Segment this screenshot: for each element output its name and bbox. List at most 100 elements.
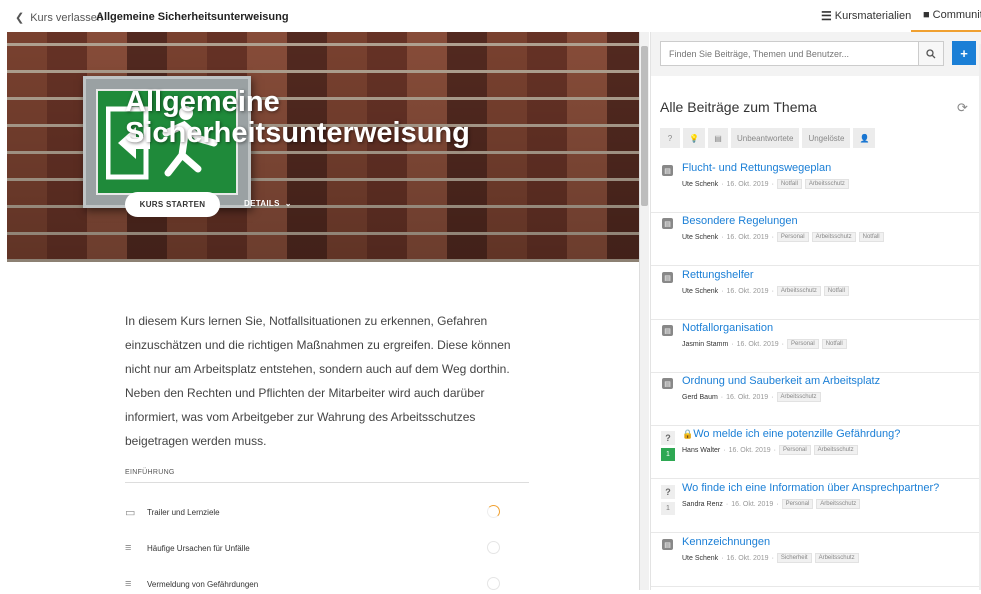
course-title: Allgemeine Sicherheitsunterweisung	[96, 11, 289, 23]
separator: ·	[721, 554, 724, 562]
tag-badge[interactable]: Arbeitsschutz	[814, 553, 859, 563]
post-item[interactable]: ▤ Ordnung und Sauberkeit am Arbeitsplatz …	[651, 373, 981, 426]
text-lines-icon: ≡	[125, 542, 132, 554]
post-author: Ute Schenk	[682, 180, 719, 188]
progress-indicator	[487, 541, 500, 554]
search-button[interactable]	[919, 41, 944, 66]
chat-icon: ■	[923, 9, 930, 21]
back-link[interactable]: ❮ Kurs verlassen	[15, 11, 103, 25]
separator: ·	[771, 233, 774, 241]
question-icon: ?	[661, 431, 675, 445]
post-item[interactable]: ▤ Kennzeichnungen Ute Schenk · 16. Okt. 201…	[651, 534, 981, 587]
post-title[interactable]: Kennzeichnungen	[682, 536, 770, 548]
post-title[interactable]: Wo finde ich eine Information über Anspr…	[682, 482, 939, 494]
separator: ·	[776, 500, 779, 508]
post-date: 16. Okt. 2019	[726, 233, 769, 241]
tag-badge[interactable]: Personal	[776, 232, 809, 242]
tag-badge[interactable]: Personal	[787, 339, 819, 349]
post-date: 16. Okt. 2019	[726, 554, 769, 562]
post-date: 16. Okt. 2019	[731, 500, 774, 508]
lesson-item[interactable]: ≡ Häufige Ursachen für Unfälle	[125, 538, 505, 558]
post-item[interactable]: ▤ Flucht- und Rettungswegeplan Ute Schenk…	[651, 160, 981, 213]
details-toggle[interactable]: DETAILS ⌄	[244, 199, 292, 208]
post-title[interactable]: Besondere Regelungen	[682, 215, 798, 227]
tag-badge[interactable]: Arbeitsschutz	[804, 179, 849, 189]
community-panel: + Alle Beiträge zum Thema ⟳ ? 💡 ▤ Unbean…	[650, 32, 981, 590]
post-author: Gerd Baum	[682, 393, 718, 401]
post-item[interactable]: ▤ Besondere Regelungen Ute Schenk · 16. Okt…	[651, 213, 981, 266]
post-title[interactable]: Ordnung und Sauberkeit am Arbeitsplatz	[682, 375, 880, 387]
content-scrollbar[interactable]	[639, 32, 649, 590]
post-meta: Ute Schenk · 16. Okt. 2019 · Arbeitsschutz No…	[682, 286, 849, 296]
post-author: Ute Schenk	[682, 554, 719, 562]
refresh-icon[interactable]: ⟳	[957, 100, 968, 116]
list-icon: ☰	[821, 9, 832, 23]
question-icon: ?	[661, 485, 675, 499]
tag-badge[interactable]: Notfall	[821, 339, 847, 349]
post-author: Jasmin Stamm	[682, 340, 729, 348]
back-label: Kurs verlassen	[30, 11, 103, 24]
separator: ·	[771, 554, 774, 562]
video-icon: ▭	[125, 506, 136, 519]
filter-unanswered[interactable]: Unbeantwortete	[730, 128, 800, 148]
separator: ·	[771, 287, 774, 295]
scrollbar-thumb[interactable]	[641, 46, 648, 206]
separator: ·	[731, 340, 734, 348]
lesson-item[interactable]: ▭ Trailer und Lernziele	[125, 502, 505, 522]
add-post-button[interactable]: +	[952, 41, 976, 65]
filter-unresolved[interactable]: Ungelöste	[802, 128, 851, 148]
note-icon: ▤	[662, 378, 673, 389]
post-title[interactable]: Flucht- und Rettungswegeplan	[682, 162, 831, 174]
post-author: Hans Walter	[682, 446, 721, 454]
separator: ·	[721, 233, 724, 241]
start-course-button[interactable]: KURS STARTEN	[125, 192, 220, 217]
post-date: 16. Okt. 2019	[726, 180, 769, 188]
post-meta: Ute Schenk · 16. Okt. 2019 · Sicherheit Arbei…	[682, 553, 859, 563]
filter-idea[interactable]: 💡	[683, 128, 705, 148]
tag-badge[interactable]: Arbeitsschutz	[776, 392, 821, 402]
tag-badge[interactable]: Personal	[778, 445, 811, 455]
search-input[interactable]	[660, 41, 919, 66]
post-title[interactable]: Notfallorganisation	[682, 322, 773, 334]
tag-badge[interactable]: Personal	[781, 499, 814, 509]
filter-note[interactable]: ▤	[707, 128, 728, 148]
lesson-item[interactable]: ≡ Vermeldung von Gefährdungen	[125, 574, 505, 594]
search-bar: +	[651, 32, 981, 76]
filter-question[interactable]: ?	[660, 128, 680, 148]
lock-icon: 🔒	[682, 429, 694, 439]
post-title[interactable]: 🔒Wo melde ich eine potenzille Gefährdung…	[682, 428, 900, 440]
post-item[interactable]: ? 1 🔒Wo melde ich eine potenzille Gefährdu…	[651, 426, 981, 479]
post-author: Ute Schenk	[682, 233, 719, 241]
post-item[interactable]: ▤ Notfallorganisation Jasmin Stamm · 16. Ok…	[651, 320, 981, 373]
tag-badge[interactable]: Notfall	[858, 232, 884, 242]
thread-title: Alle Beiträge zum Thema	[660, 99, 817, 115]
post-meta: Jasmin Stamm · 16. Okt. 2019 · Personal Notfa…	[682, 339, 847, 349]
tag-badge[interactable]: Sicherheit	[776, 553, 812, 563]
tab-community[interactable]: ■ Community	[911, 0, 981, 32]
tag-badge[interactable]: Arbeitsschutz	[811, 232, 856, 242]
post-item[interactable]: ▤ Rettungshelfer Ute Schenk · 16. Okt. 2019…	[651, 267, 981, 320]
filter-bar: ? 💡 ▤ Unbeantwortete Ungelöste 👤	[660, 128, 876, 148]
tag-badge[interactable]: Arbeitsschutz	[813, 445, 858, 455]
separator: ·	[771, 180, 774, 188]
post-date: 16. Okt. 2019	[726, 393, 769, 401]
separator: ·	[781, 340, 785, 348]
tag-badge[interactable]: Arbeitsschutz	[816, 499, 861, 509]
tag-badge[interactable]: Arbeitsschutz	[776, 286, 821, 296]
tag-badge[interactable]: Notfall	[776, 179, 802, 189]
post-title[interactable]: Rettungshelfer	[682, 269, 754, 281]
chevron-down-icon: ⌄	[284, 199, 292, 208]
course-content: In diesem Kurs lernen Sie, Notfallsituat…	[7, 262, 639, 590]
separator: ·	[773, 446, 776, 454]
post-item[interactable]: ? 1 Wo finde ich eine Information über Ans…	[651, 480, 981, 533]
tab-materials[interactable]: ☰ Kursmaterialien	[821, 9, 911, 23]
vote-count: 1	[661, 448, 675, 461]
tag-badge[interactable]: Notfall	[823, 286, 849, 296]
post-date: 16. Okt. 2019	[736, 340, 779, 348]
course-description: In diesem Kurs lernen Sie, Notfallsituat…	[125, 314, 511, 448]
filter-user[interactable]: 👤	[853, 128, 876, 148]
post-author: Ute Schenk	[682, 287, 719, 295]
post-author: Sandra Renz	[682, 500, 723, 508]
search-icon	[926, 48, 936, 58]
separator: ·	[721, 287, 724, 295]
